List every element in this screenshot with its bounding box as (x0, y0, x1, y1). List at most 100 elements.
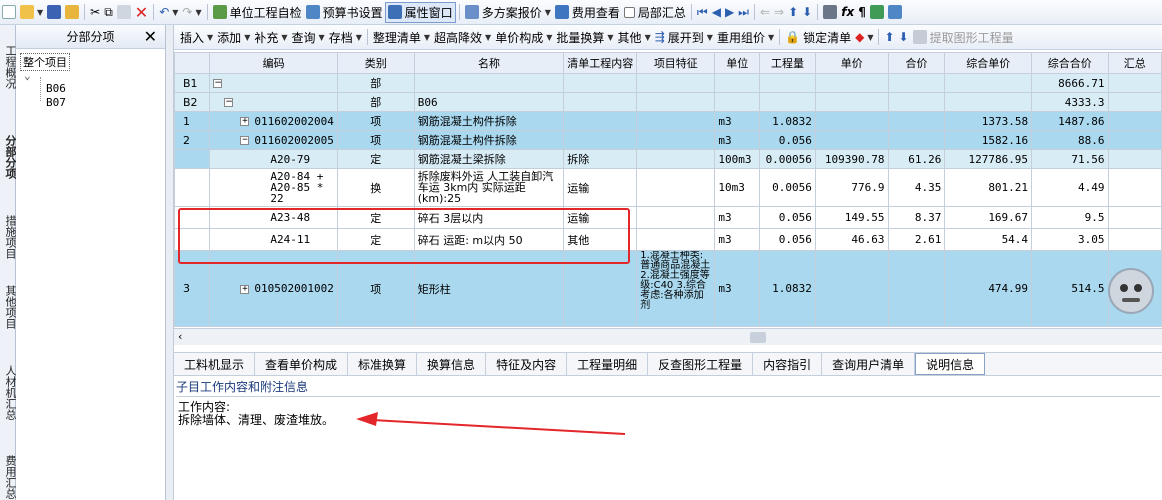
col-total[interactable]: 合价 (887, 52, 946, 74)
collapse-icon[interactable]: − (224, 98, 234, 107)
col-type[interactable]: 类别 (336, 52, 415, 74)
tree-node-b06[interactable]: B06 (46, 82, 66, 95)
col-code[interactable]: 编码 (209, 52, 338, 74)
multi-plan-button[interactable]: 多方案报价 ▼ (463, 2, 553, 23)
high-reduction-button[interactable]: 超高降效 ▼ (432, 27, 493, 48)
budget-settings-button[interactable]: 预算书设置 (304, 2, 385, 23)
col-price[interactable]: 单价 (814, 52, 889, 74)
tab-quantity-detail[interactable]: 工程量明细 (567, 353, 649, 375)
add-button[interactable]: 添加 ▼ (215, 27, 252, 48)
col-feature[interactable]: 项目特征 (636, 52, 716, 74)
tab-labor-machine[interactable]: 工料机显示 (174, 353, 256, 375)
new-file-icon[interactable] (0, 2, 18, 23)
splitter[interactable] (166, 25, 174, 500)
reuse-price-button[interactable]: 重用组价 ▼ (715, 27, 776, 48)
arrow-left-icon[interactable]: ⇐ (758, 2, 772, 23)
table-row[interactable]: A20-79 定 钢筋混凝土梁拆除 拆除 100m3 0.00056 10939… (174, 149, 1162, 169)
delete-icon[interactable]: ✕ (133, 2, 150, 23)
insert-button[interactable]: 插入 ▼ (178, 27, 215, 48)
move-down-icon[interactable]: ⬇ (897, 27, 911, 48)
archive-button[interactable]: 存档 ▼ (327, 27, 364, 48)
property-window-button[interactable]: 属性窗口 (384, 1, 456, 23)
tab-unit-price-composition[interactable]: 查看单价构成 (255, 353, 349, 375)
cube-icon[interactable] (868, 2, 886, 23)
tab-features-content[interactable]: 特征及内容 (486, 353, 568, 375)
query-button[interactable]: 查询 ▼ (290, 27, 327, 48)
tab-other-items[interactable]: 其他项目 (0, 285, 17, 329)
prev-icon[interactable]: ◀ (710, 2, 723, 23)
self-check-button[interactable]: 单位工程自检 (211, 2, 304, 23)
horizontal-scrollbar[interactable]: ‹ (174, 328, 1162, 345)
expand-icon[interactable]: + (240, 284, 250, 294)
expand-icon[interactable]: + (240, 117, 250, 126)
save-icon[interactable] (45, 2, 63, 23)
batch-convert-button[interactable]: 批量换算 ▼ (554, 27, 615, 48)
detail-subtitle: 子目工作内容和附注信息 (176, 380, 309, 394)
arrow-right-icon[interactable]: ⇒ (772, 2, 786, 23)
move-up-icon[interactable]: ⬆ (882, 27, 896, 48)
tab-fee-summary[interactable]: 费用汇总 (0, 455, 17, 499)
redo-icon[interactable]: ↷ ▼ (180, 2, 203, 23)
other-button[interactable]: 其他 ▼ (616, 27, 653, 48)
close-icon[interactable]: ✕ (144, 27, 157, 46)
paragraph-icon[interactable]: ¶ (856, 2, 868, 23)
paste-icon[interactable] (115, 2, 133, 23)
organize-list-button[interactable]: 整理清单 ▼ (371, 27, 432, 48)
tab-content-guide[interactable]: 内容指引 (753, 353, 823, 375)
high-reduction-label: 超高降效 (434, 30, 483, 45)
tree-node-b07[interactable]: B07 (46, 96, 66, 109)
tab-conversion-info[interactable]: 换算信息 (417, 353, 487, 375)
extract-graphic-qty-button[interactable]: 提取图形工程量 (911, 27, 1016, 48)
table-row[interactable]: 1 +011602002004 项 钢筋混凝土构件拆除 m3 1.0832 13… (174, 111, 1162, 131)
tab-sub-items[interactable]: 分部分项 (0, 135, 17, 179)
supplement-button[interactable]: 补充 ▼ (252, 27, 289, 48)
table-row[interactable]: B2 − 部 B06 4333.3 (174, 92, 1162, 112)
scroll-thumb[interactable] (750, 332, 766, 343)
lock-list-button[interactable]: 🔒 锁定清单 (783, 27, 853, 48)
tree-collapse-icon[interactable]: ⌄ (24, 69, 31, 82)
partial-summary-button[interactable]: 局部汇总 (622, 2, 688, 23)
arrow-down-icon[interactable]: ⬇ (800, 2, 814, 23)
formula-icon[interactable]: fx (839, 2, 856, 23)
property-window-label: 属性窗口 (404, 5, 453, 20)
col-unit[interactable]: 单位 (714, 52, 761, 74)
last-icon[interactable]: ⏭ (736, 2, 751, 23)
collapse-icon[interactable]: − (213, 79, 223, 88)
tab-labor-material-summary[interactable]: 人材机汇总 (0, 365, 17, 420)
tab-project-overview[interactable]: 工程概况 (0, 45, 17, 89)
collapse-icon[interactable]: − (240, 136, 250, 145)
table-row[interactable]: 2 −011602002005 项 钢筋混凝土构件拆除 m3 0.056 158… (174, 130, 1162, 150)
next-icon[interactable]: ▶ (723, 2, 736, 23)
paint-bucket-icon[interactable]: ◆ ▼ (853, 27, 875, 48)
tab-user-list[interactable]: 查询用户清单 (822, 353, 916, 375)
first-icon[interactable]: ⏮ (695, 2, 710, 23)
tab-measures[interactable]: 措施项目 (0, 215, 17, 259)
copy-icon[interactable]: ⧉ (102, 2, 115, 23)
tab-reverse-graphic-qty[interactable]: 反查图形工程量 (648, 353, 754, 375)
tab-standard-conversion[interactable]: 标准换算 (348, 353, 418, 375)
box-icon[interactable] (886, 2, 904, 23)
query-label: 查询 (291, 30, 316, 45)
open-folder-icon[interactable]: ▼ (18, 2, 45, 23)
col-summary[interactable]: 汇总 (1107, 52, 1162, 74)
unit-price-button[interactable]: 单价构成 ▼ (493, 27, 554, 48)
tab-description-info[interactable]: 说明信息 (915, 353, 986, 375)
table-row[interactable]: B1 − 部 8666.71 (174, 73, 1162, 93)
description-textarea[interactable]: 工作内容: 拆除墙体、清理、废渣堆放。 (176, 396, 1160, 500)
col-comp-total[interactable]: 综合合价 (1031, 52, 1109, 74)
col-name[interactable]: 名称 (413, 52, 565, 74)
scroll-left-icon[interactable]: ‹ (178, 330, 182, 343)
col-comp-price[interactable]: 综合单价 (944, 52, 1033, 74)
left-vertical-tabs: 工程概况 分部分项 措施项目 其他项目 人材机汇总 费用汇总 (0, 25, 17, 500)
expand-to-button[interactable]: ⇶ 展开到 ▼ (653, 27, 715, 48)
assistant-robot-icon[interactable] (1108, 268, 1154, 314)
calculator-icon[interactable] (821, 2, 839, 23)
arrow-up-icon[interactable]: ⬆ (786, 2, 800, 23)
cut-icon[interactable]: ✂ (88, 2, 102, 23)
table-row[interactable]: A20-84 + A20-85 * 22 换 拆除废料外运 人工装自卸汽车运 3… (174, 168, 1162, 207)
folder-icon[interactable] (63, 2, 81, 23)
undo-icon[interactable]: ↶ ▼ (157, 2, 180, 23)
col-content[interactable]: 清单工程内容 (563, 52, 638, 74)
col-qty[interactable]: 工程量 (759, 52, 816, 74)
fee-view-button[interactable]: 费用查看 (553, 2, 622, 23)
